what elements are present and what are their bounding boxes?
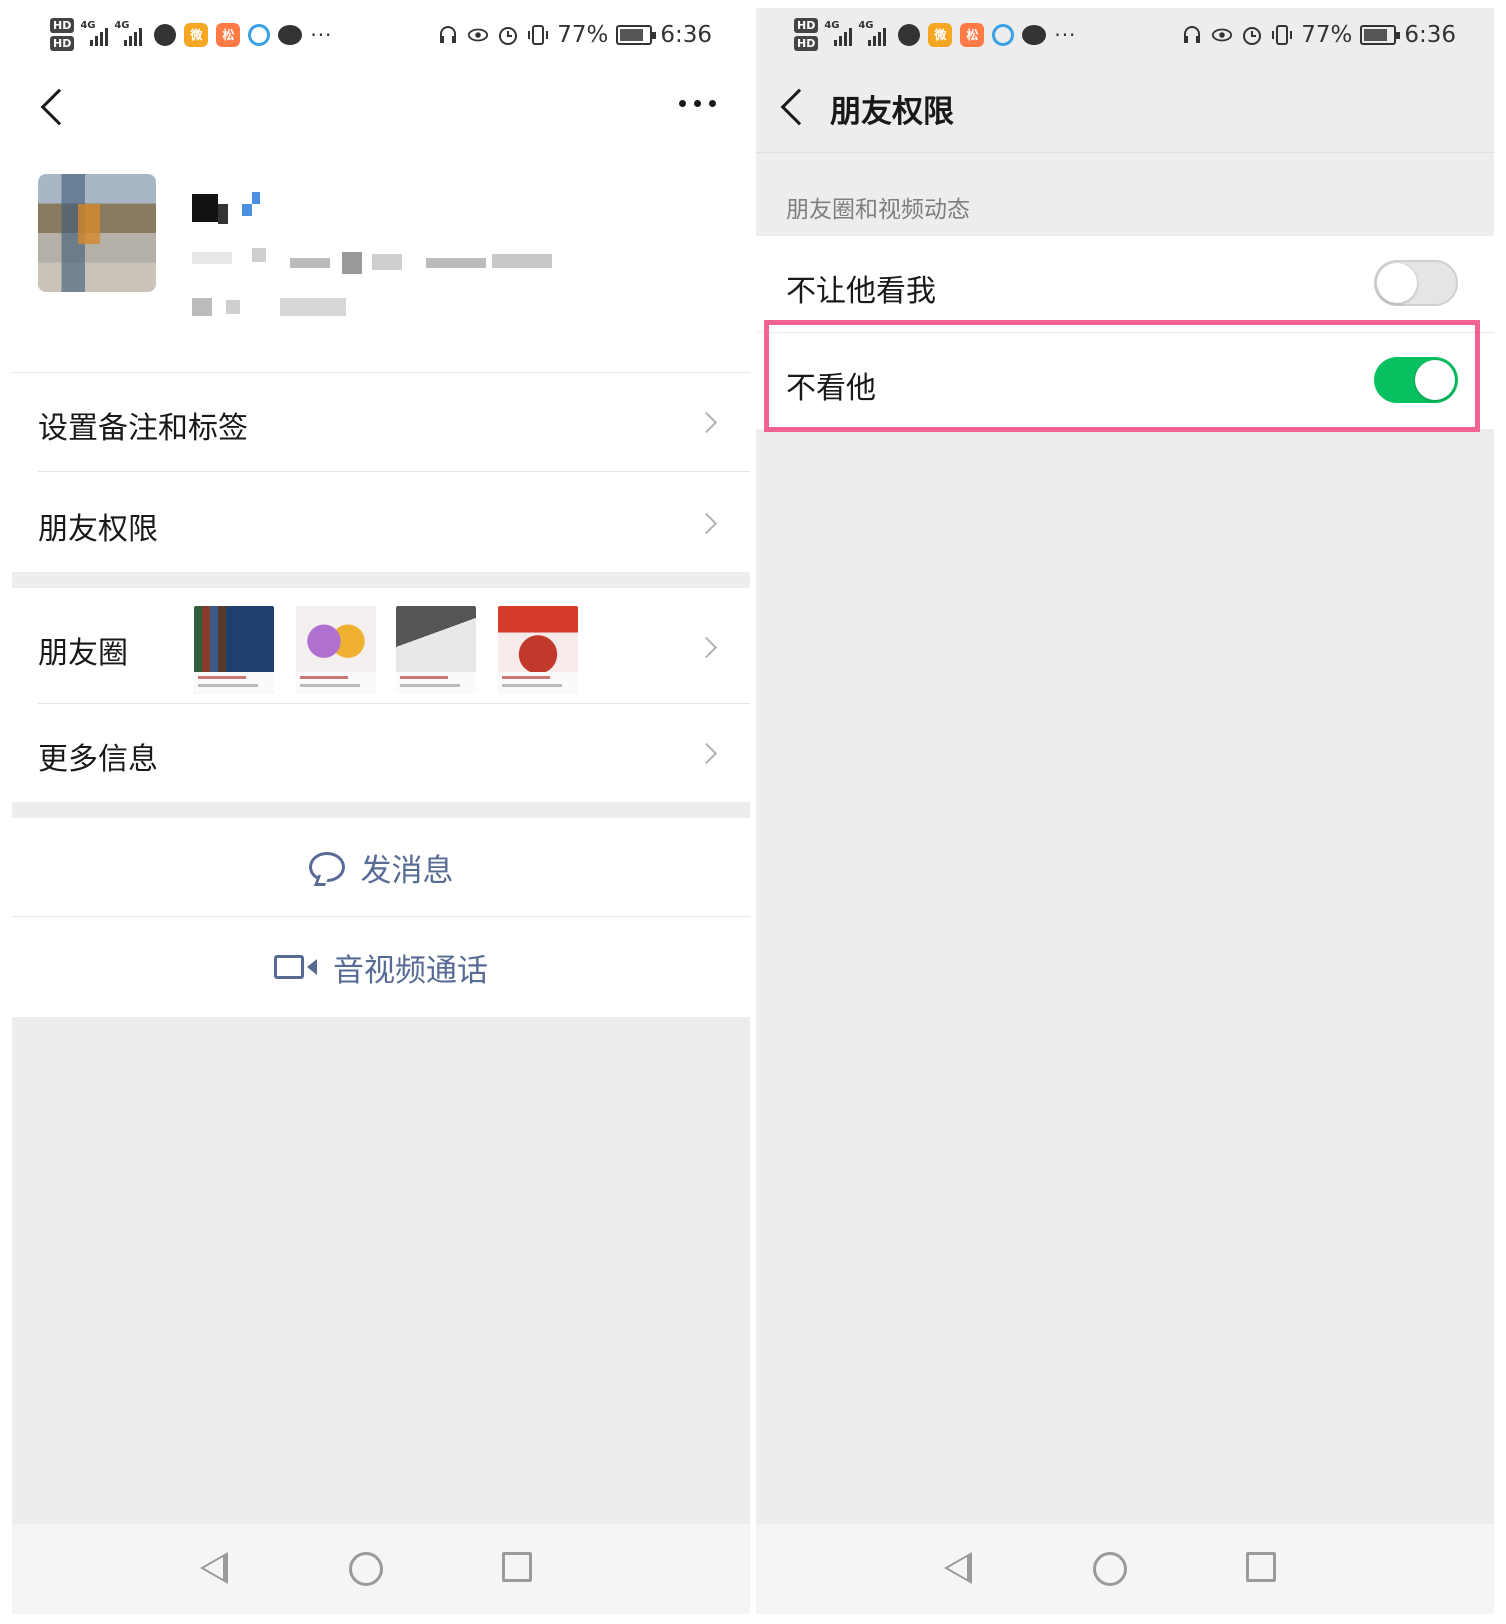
page-title: 朋友权限 — [830, 94, 954, 130]
option-label: 不让他看我 — [786, 274, 936, 309]
weibo-icon: 微 — [184, 22, 209, 47]
avatar[interactable] — [38, 174, 156, 292]
jacket-product-thumbnail[interactable] — [296, 606, 376, 694]
nav-recents-icon[interactable] — [1246, 1552, 1276, 1582]
back-icon[interactable] — [40, 88, 78, 126]
chevron-right-icon — [695, 512, 718, 535]
headset-icon — [437, 24, 459, 46]
nav-recents-icon[interactable] — [502, 1552, 532, 1582]
status-bar: HD HD 4G 4G 微 松 ··· 77% 6:36 — [756, 8, 1494, 68]
menu-item-moments[interactable]: 朋友圈 — [12, 588, 750, 703]
chevron-right-icon — [695, 636, 718, 659]
eye-icon — [1211, 24, 1233, 46]
signal-icon-2: 4G — [114, 20, 146, 46]
nav-home-icon[interactable] — [1093, 1552, 1127, 1586]
clock: 6:36 — [660, 22, 712, 48]
qq-browser-icon — [248, 23, 271, 46]
nav-back-icon[interactable] — [200, 1552, 228, 1584]
hd-badge-2: HD — [50, 36, 75, 51]
signal-icon: 4G — [824, 20, 853, 46]
menu-item-remarks-tags[interactable]: 设置备注和标签 — [12, 373, 750, 471]
weibo-icon: 微 — [928, 22, 953, 47]
vibrate-icon — [527, 24, 549, 46]
av-call-label: 音视频通话 — [333, 952, 488, 989]
message-bubble-icon — [1022, 24, 1047, 45]
highlight-box — [764, 320, 1480, 432]
browser-icon — [898, 23, 921, 46]
menu-item-label: 朋友圈 — [38, 636, 128, 671]
alarm-icon — [497, 24, 519, 46]
more-notifications-icon: ··· — [1054, 22, 1077, 47]
chevron-right-icon — [695, 411, 718, 434]
hd-badge-1: HD — [794, 18, 819, 33]
hd-badge-2: HD — [794, 36, 819, 51]
nav-back-icon[interactable] — [944, 1552, 972, 1584]
browser-icon — [154, 23, 177, 46]
friend-permissions-screen: HD HD 4G 4G 微 松 ··· 77% 6:36 朋友权限 朋友圈和视频… — [756, 8, 1494, 1614]
network-type-label: 4G — [824, 19, 840, 31]
empty-area — [12, 1017, 750, 1524]
more-options-icon[interactable] — [679, 100, 716, 107]
menu-item-friend-permissions[interactable]: 朋友权限 — [12, 472, 750, 572]
message-bubble-icon — [278, 24, 303, 45]
battery-percent: 77% — [557, 22, 609, 48]
send-message-label: 发消息 — [360, 852, 454, 889]
av-call-button[interactable]: 音视频通话 — [12, 917, 750, 1017]
snack-product-thumbnail[interactable] — [498, 606, 578, 694]
more-notifications-icon: ··· — [310, 22, 333, 47]
lamp-product-thumbnail[interactable] — [396, 606, 476, 694]
header-divider — [756, 152, 1494, 153]
hide-my-moments-toggle[interactable] — [1374, 260, 1458, 306]
vibrate-icon — [1271, 24, 1293, 46]
menu-item-label: 更多信息 — [38, 742, 158, 777]
section-gap — [12, 802, 750, 818]
hd-badge-1: HD — [50, 18, 75, 33]
hd-indicator: HD HD — [50, 18, 75, 51]
section-gap — [12, 572, 750, 588]
status-bar: HD HD 4G 4G 微 松 ··· 77% 6:36 — [12, 8, 750, 68]
book-product-thumbnail[interactable] — [194, 606, 274, 694]
send-message-button[interactable]: 发消息 — [12, 818, 750, 916]
alarm-icon — [1241, 24, 1263, 46]
network-type-label-2: 4G — [114, 19, 130, 31]
battery-icon — [1360, 25, 1401, 45]
chevron-right-icon — [695, 742, 718, 765]
system-nav-bar — [12, 1524, 750, 1614]
option-hide-my-moments: 不让他看我 — [756, 236, 1494, 332]
qq-browser-icon — [992, 23, 1015, 46]
contact-profile-screen: HD HD 4G 4G 微 松 ··· 77% 6:36 设置备注和标签 朋友权… — [12, 8, 750, 1614]
hd-indicator: HD HD — [794, 18, 819, 51]
network-type-label: 4G — [80, 19, 96, 31]
menu-item-more-info[interactable]: 更多信息 — [12, 704, 750, 802]
signal-icon-2: 4G — [858, 20, 890, 46]
headset-icon — [1181, 24, 1203, 46]
clock: 6:36 — [1404, 22, 1456, 48]
squirrel-app-icon: 松 — [960, 22, 985, 47]
network-type-label-2: 4G — [858, 19, 874, 31]
system-nav-bar — [756, 1524, 1494, 1614]
battery-icon — [616, 25, 657, 45]
chat-bubble-icon — [308, 852, 345, 882]
menu-item-label: 设置备注和标签 — [38, 411, 248, 446]
video-camera-icon — [274, 955, 317, 979]
signal-icon: 4G — [80, 20, 109, 46]
nav-home-icon[interactable] — [349, 1552, 383, 1586]
back-icon[interactable] — [780, 88, 818, 126]
eye-icon — [467, 24, 489, 46]
section-label-moments: 朋友圈和视频动态 — [786, 197, 970, 223]
squirrel-app-icon: 松 — [216, 22, 241, 47]
menu-item-label: 朋友权限 — [38, 512, 158, 547]
battery-percent: 77% — [1301, 22, 1353, 48]
